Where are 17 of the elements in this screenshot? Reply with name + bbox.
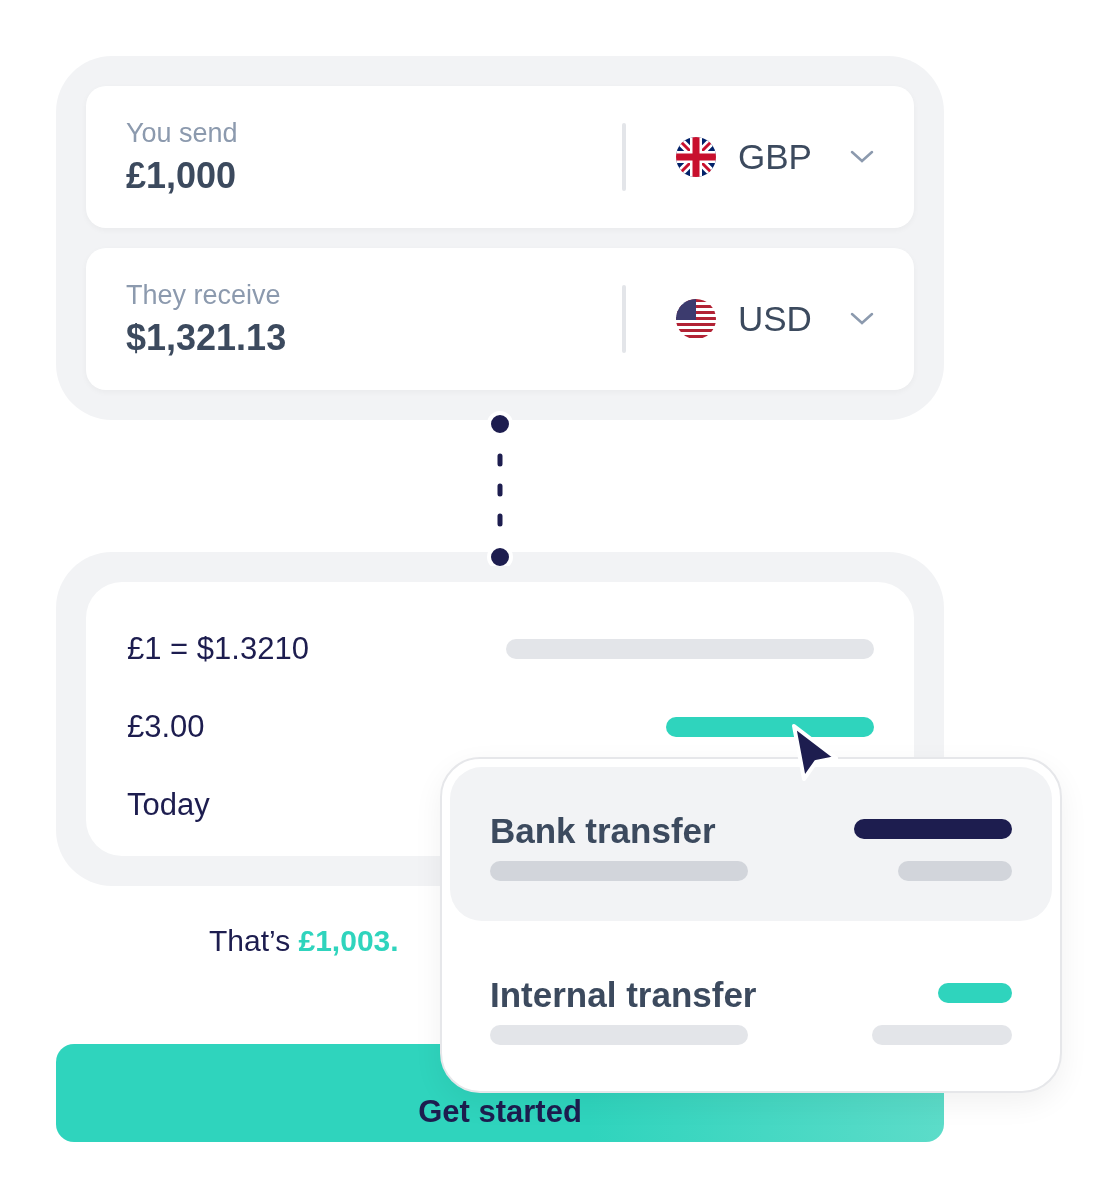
amount-field[interactable]: They receive $1,321.13 USD [86, 248, 914, 390]
detail-text: Today [127, 787, 210, 823]
flag-icon [676, 299, 716, 339]
currency-code: GBP [738, 137, 813, 177]
total-text: That’s £1,003. [209, 924, 399, 957]
amount-field[interactable]: You send £1,000 GBP [86, 86, 914, 228]
detail-text: £3.00 [127, 709, 205, 745]
currency-code: USD [738, 299, 813, 339]
amount-value: £1,000 [126, 154, 238, 197]
detail-text: £1 = $1.3210 [127, 631, 309, 667]
amount-value: $1,321.13 [126, 316, 288, 359]
field-label: They receive [126, 279, 282, 311]
flag-icon [676, 137, 716, 177]
transfer-option[interactable]: Bank transfer [450, 767, 1052, 921]
chevron-down-icon[interactable] [850, 312, 874, 326]
chevron-down-icon[interactable] [850, 150, 874, 164]
field-label: You send [126, 117, 239, 149]
